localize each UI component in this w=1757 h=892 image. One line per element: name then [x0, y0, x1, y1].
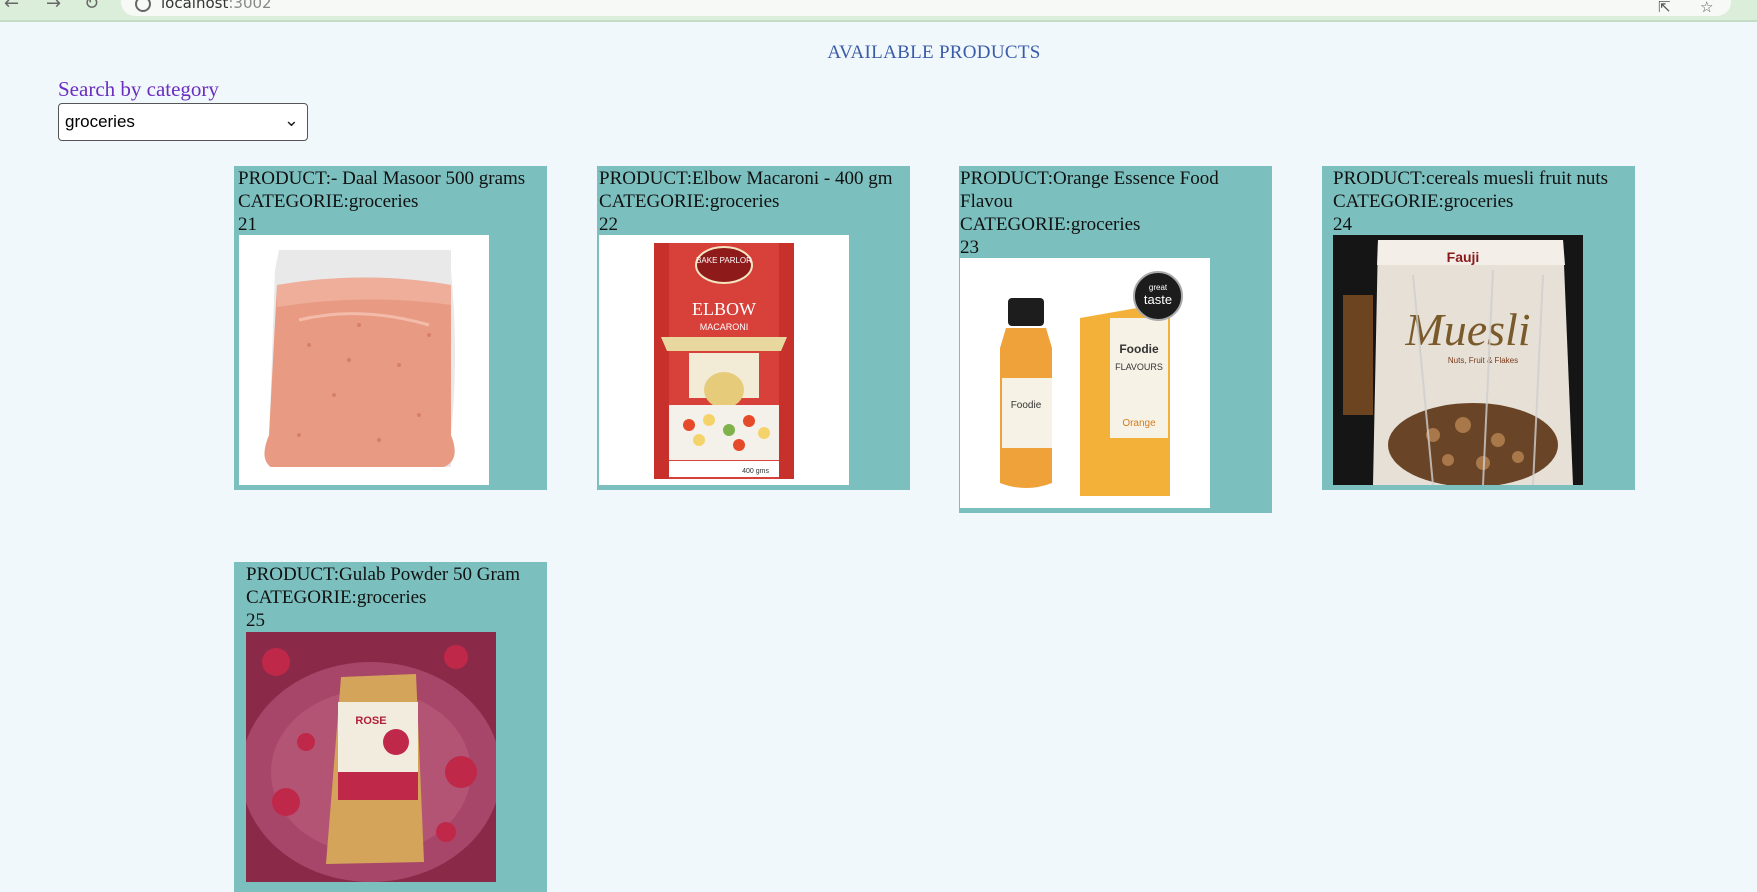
- category-select[interactable]: groceries ⌄: [58, 103, 308, 141]
- share-icon[interactable]: ⇱: [1658, 0, 1671, 16]
- macaroni-weight-text: 400 gms: [742, 468, 769, 475]
- product-id: 22: [599, 214, 618, 235]
- address-url: localhost:3002: [161, 0, 272, 12]
- product-card: PRODUCT:cereals muesli fruit nuts CATEGO…: [1322, 166, 1635, 490]
- svg-text:Foodie: Foodie: [1119, 342, 1159, 356]
- svg-text:Foodie: Foodie: [1011, 400, 1042, 411]
- product-image: ROSE: [246, 632, 496, 882]
- muesli-brand-text: Fauji: [1447, 249, 1480, 265]
- macaroni-box-picture: BAKE PARLOR ELBOW MACARONI 400 gms: [599, 235, 849, 485]
- product-image: [239, 235, 489, 485]
- browser-toolbar: ← → ↻ localhost:3002 ⇱ ☆: [0, 0, 1757, 22]
- flavour-badge-top-text: great: [1149, 283, 1168, 292]
- product-name: PRODUCT:Orange Essence Food Flavou: [960, 168, 1219, 212]
- svg-text:FLAVOURS: FLAVOURS: [1115, 362, 1163, 372]
- product-id: 25: [246, 610, 265, 631]
- muesli-sub-text: Nuts, Fruit & Flakes: [1448, 356, 1518, 365]
- orange-flavour-picture: Foodie Foodie FLAVOURS Orange great tast…: [960, 258, 1210, 508]
- macaroni-brand-text: BAKE PARLOR: [696, 256, 752, 265]
- product-name: PRODUCT:Elbow Macaroni - 400 gm: [599, 168, 893, 189]
- product-name: PRODUCT:Gulab Powder 50 Gram: [246, 564, 521, 585]
- product-image: Fauji Muesli Nuts, Fruit & Flakes: [1333, 235, 1583, 485]
- chevron-down-icon: ⌄: [283, 110, 299, 130]
- back-icon[interactable]: ←: [4, 0, 19, 14]
- forward-icon[interactable]: →: [46, 0, 61, 14]
- flavour-name-text: Orange: [1122, 418, 1156, 429]
- category-select-value: groceries: [65, 112, 135, 131]
- rose-title-text: ROSE: [355, 715, 386, 727]
- rose-powder-picture: ROSE: [246, 632, 496, 882]
- product-name: PRODUCT:cereals muesli fruit nuts: [1333, 168, 1609, 189]
- product-category: CATEGORIE:groceries: [960, 214, 1141, 235]
- muesli-title-text: Muesli: [1404, 304, 1530, 355]
- macaroni-sub-text: MACARONI: [700, 322, 749, 332]
- product-card: PRODUCT:Elbow Macaroni - 400 gm CATEGORI…: [597, 166, 910, 490]
- product-category: CATEGORIE:groceries: [599, 191, 780, 212]
- search-category-label: Search by category: [58, 77, 219, 101]
- product-card: PRODUCT:Orange Essence Food Flavou CATEG…: [959, 166, 1272, 513]
- product-image: Foodie Foodie FLAVOURS Orange great tast…: [960, 258, 1210, 508]
- product-category: CATEGORIE:groceries: [238, 191, 419, 212]
- product-id: 21: [238, 214, 257, 235]
- muesli-pack-picture: Fauji Muesli Nuts, Fruit & Flakes: [1333, 235, 1583, 485]
- product-card: PRODUCT:Gulab Powder 50 Gram CATEGORIE:g…: [234, 562, 547, 892]
- address-bar[interactable]: localhost:3002: [121, 0, 1731, 16]
- flavour-badge-text: taste: [1144, 292, 1172, 307]
- product-card: PRODUCT:- Daal Masoor 500 grams CATEGORI…: [234, 166, 547, 490]
- product-category: CATEGORIE:groceries: [1333, 191, 1514, 212]
- reload-icon[interactable]: ↻: [84, 0, 99, 14]
- product-category: CATEGORIE:groceries: [246, 587, 427, 608]
- site-info-icon[interactable]: [135, 0, 151, 12]
- lentil-bag-picture: [239, 235, 489, 485]
- page-title: AVAILABLE PRODUCTS: [827, 42, 1041, 63]
- product-id: 24: [1333, 214, 1352, 235]
- bookmark-star-icon[interactable]: ☆: [1700, 0, 1713, 16]
- product-name: PRODUCT:- Daal Masoor 500 grams: [238, 168, 526, 189]
- product-id: 23: [960, 237, 979, 258]
- macaroni-title-text: ELBOW: [692, 299, 756, 319]
- product-image: BAKE PARLOR ELBOW MACARONI 400 gms: [599, 235, 849, 485]
